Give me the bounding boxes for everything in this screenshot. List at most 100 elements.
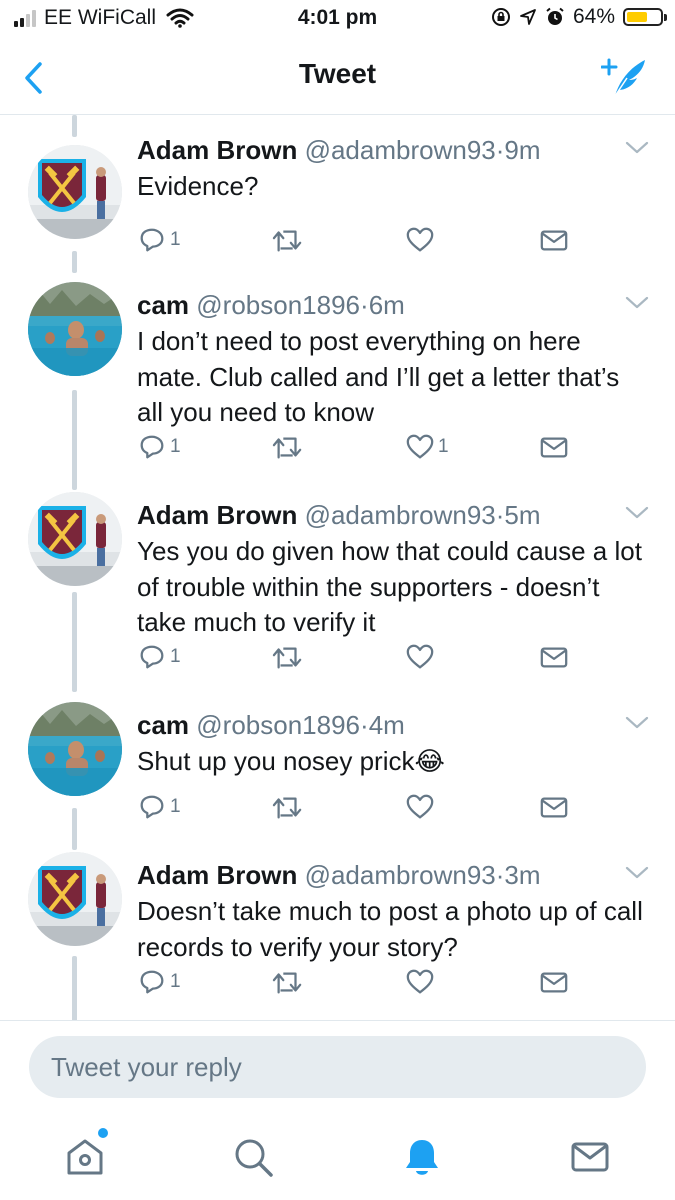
thread-connector <box>72 592 77 692</box>
user-handle: @adambrown93 <box>304 860 496 890</box>
tweet-time: 9m <box>504 135 541 165</box>
retweet-icon <box>271 642 305 672</box>
chevron-down-icon[interactable] <box>625 866 649 880</box>
chevron-down-icon[interactable] <box>625 506 649 520</box>
reply-count: 1 <box>170 436 181 457</box>
avatar[interactable] <box>28 282 122 376</box>
chevron-down-icon[interactable] <box>625 716 649 730</box>
display-name[interactable]: cam <box>137 290 189 320</box>
battery-icon <box>623 8 667 26</box>
reply-button[interactable]: 1 <box>137 965 181 999</box>
alarm-icon <box>546 7 564 25</box>
tweet-text: Evidence? <box>137 171 259 201</box>
reply-icon <box>137 967 167 997</box>
tweet-text: I don’t need to post everything on here … <box>137 326 620 427</box>
heart-icon <box>405 432 435 462</box>
tweet[interactable]: Adam Brown @adambrown93·9m Evidence? 1 <box>0 115 675 273</box>
avatar[interactable] <box>28 492 122 586</box>
tweet[interactable]: Adam Brown @adambrown93·3m Doesn’t take … <box>0 840 675 1020</box>
tweet-header: cam @robson1896·6m <box>137 290 405 321</box>
status-bar: EE WiFiCall 4:01 pm 64% <box>0 0 675 40</box>
separator-dot: · <box>360 710 369 740</box>
retweet-button[interactable] <box>271 223 308 257</box>
tweet-actions: 1 <box>137 640 577 674</box>
tweet[interactable]: Adam Brown @adambrown93·5m Yes you do gi… <box>0 480 675 692</box>
dm-button[interactable] <box>539 430 569 464</box>
avatar[interactable] <box>28 702 122 796</box>
retweet-button[interactable] <box>271 790 308 824</box>
tweet-time: 5m <box>504 500 541 530</box>
retweet-button[interactable] <box>271 430 308 464</box>
page-title: Tweet <box>298 58 377 89</box>
tweet-actions: 1 <box>137 223 577 257</box>
like-button[interactable] <box>405 790 438 824</box>
retweet-icon <box>271 792 305 822</box>
mail-icon <box>539 967 569 997</box>
reply-button[interactable]: 1 <box>137 223 181 257</box>
tab-notifications[interactable] <box>397 1132 447 1182</box>
chevron-down-icon[interactable] <box>625 141 649 155</box>
retweet-icon <box>271 967 305 997</box>
reply-button[interactable]: 1 <box>137 640 181 674</box>
tab-search[interactable] <box>228 1132 278 1182</box>
reply-bar <box>0 1020 675 1116</box>
retweet-icon <box>271 225 305 255</box>
tweet[interactable]: cam @robson1896·4m Shut up you nosey pri… <box>0 690 675 850</box>
retweet-button[interactable] <box>271 640 308 674</box>
tweet-header: Adam Brown @adambrown93·5m <box>137 500 541 531</box>
display-name[interactable]: cam <box>137 710 189 740</box>
display-name[interactable]: Adam Brown <box>137 135 297 165</box>
reply-count: 1 <box>170 646 181 667</box>
user-handle: @adambrown93 <box>304 500 496 530</box>
tweet-time: 3m <box>504 860 541 890</box>
tab-messages[interactable] <box>565 1132 615 1182</box>
notifications-icon <box>406 1140 438 1175</box>
retweet-button[interactable] <box>271 965 308 999</box>
dm-button[interactable] <box>539 640 569 674</box>
messages-icon <box>571 1142 609 1172</box>
mail-icon <box>539 432 569 462</box>
mail-icon <box>539 642 569 672</box>
avatar[interactable] <box>28 145 122 239</box>
chevron-down-icon[interactable] <box>625 296 649 310</box>
tab-bar <box>0 1115 675 1200</box>
like-button[interactable] <box>405 223 438 257</box>
reply-icon <box>137 642 167 672</box>
avatar[interactable] <box>28 852 122 946</box>
like-count: 1 <box>438 436 449 457</box>
tweet-header: Adam Brown @adambrown93·9m <box>137 135 541 166</box>
dm-button[interactable] <box>539 223 569 257</box>
tweet-actions: 1 <box>137 965 577 999</box>
tweet-time: 4m <box>368 710 405 740</box>
reply-button[interactable]: 1 <box>137 430 181 464</box>
nav-bar: Tweet <box>0 40 675 115</box>
conversation-thread: Adam Brown @adambrown93·9m Evidence? 1 c… <box>0 115 675 1020</box>
orientation-lock-icon <box>491 8 510 26</box>
reply-icon <box>137 432 167 462</box>
display-name[interactable]: Adam Brown <box>137 860 297 890</box>
dm-button[interactable] <box>539 965 569 999</box>
location-icon <box>520 9 536 25</box>
tweet-text: Doesn’t take much to post a photo up of … <box>137 896 643 962</box>
compose-tweet-icon[interactable] <box>601 56 649 100</box>
separator-dot: · <box>360 290 369 320</box>
user-handle: @adambrown93 <box>304 135 496 165</box>
user-handle: @robson1896 <box>196 290 361 320</box>
tweet[interactable]: cam @robson1896·6m I don’t need to post … <box>0 270 675 490</box>
reply-icon <box>137 792 167 822</box>
tweet-header: cam @robson1896·4m <box>137 710 405 741</box>
reply-icon <box>137 225 167 255</box>
tweet-actions: 1 1 <box>137 430 577 464</box>
heart-icon <box>405 642 435 672</box>
tab-home[interactable] <box>60 1128 110 1182</box>
reply-input[interactable] <box>29 1036 646 1098</box>
dm-button[interactable] <box>539 790 569 824</box>
status-right: 64% <box>491 5 667 29</box>
like-button[interactable] <box>405 640 438 674</box>
like-button[interactable] <box>405 965 438 999</box>
like-button[interactable]: 1 <box>405 430 449 464</box>
reply-button[interactable]: 1 <box>137 790 181 824</box>
tweet-header: Adam Brown @adambrown93·3m <box>137 860 541 891</box>
battery-fill <box>627 12 648 22</box>
display-name[interactable]: Adam Brown <box>137 500 297 530</box>
